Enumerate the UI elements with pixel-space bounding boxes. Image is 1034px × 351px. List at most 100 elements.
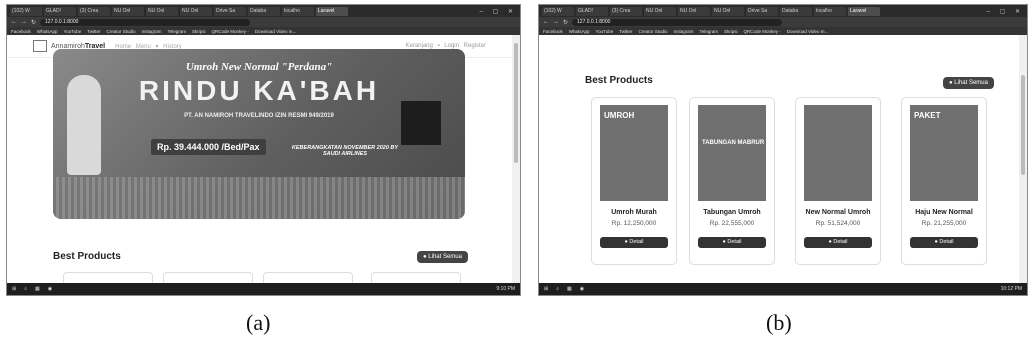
screenshot-panel-b: (102) W GLAD! (3) Crea NU Onl NU Onl NU … bbox=[538, 4, 1028, 296]
browser-tab[interactable]: Drive Sa bbox=[746, 6, 778, 16]
file-explorer-icon[interactable]: ▦ bbox=[567, 286, 572, 292]
kaaba-image bbox=[401, 101, 441, 145]
bookmark-item[interactable]: Skripsi bbox=[192, 29, 206, 34]
bookmark-item[interactable]: WhatsApp bbox=[569, 29, 590, 34]
logo-icon[interactable] bbox=[33, 40, 47, 52]
page-scrollbar[interactable] bbox=[512, 35, 520, 283]
windows-start-icon[interactable]: ⊞ bbox=[544, 286, 548, 292]
page-scrollbar[interactable] bbox=[1019, 35, 1027, 283]
bookmark-item[interactable]: Telegram bbox=[700, 29, 719, 34]
browser-tab[interactable]: NU Onl bbox=[712, 6, 744, 16]
browser-tab[interactable]: (102) W bbox=[542, 6, 574, 16]
bookmark-item[interactable]: YouTube bbox=[596, 29, 614, 34]
clock: 9:10 PM bbox=[496, 286, 515, 292]
bookmark-item[interactable]: Download Video In... bbox=[255, 29, 296, 34]
browser-icon[interactable]: ◉ bbox=[48, 286, 52, 292]
product-card[interactable]: PAKET Haju New Normal Rp. 21,255,000 ● D… bbox=[901, 97, 987, 265]
product-card[interactable]: UMROH Umroh Murah Rp. 12,250,000 ● Detai… bbox=[591, 97, 677, 265]
url-input[interactable]: 127.0.0.1:8000 bbox=[40, 18, 251, 26]
product-price: Rp. 51,524,000 bbox=[815, 220, 861, 227]
window-controls-icon[interactable]: – ▢ ✕ bbox=[987, 8, 1024, 15]
bookmark-item[interactable]: QRCode Monkey - bbox=[744, 29, 781, 34]
browser-tab[interactable]: NU Onl bbox=[112, 6, 144, 16]
os-taskbar: ⊞ ⌕ ▦ ◉ 9:10 PM bbox=[7, 283, 520, 295]
see-all-button[interactable]: ● Lihat Semua bbox=[943, 77, 994, 89]
product-card[interactable]: TABUNGAN MABRUR Tabungan Umroh Rp. 22,55… bbox=[689, 97, 775, 265]
product-name: Umroh Murah bbox=[611, 209, 657, 216]
scroll-thumb[interactable] bbox=[514, 43, 518, 163]
browser-tab[interactable]: NU Onl bbox=[644, 6, 676, 16]
caption-a: (a) bbox=[246, 310, 271, 335]
address-bar: ← → ↻ 127.0.0.1:8000 bbox=[539, 17, 1027, 27]
bookmark-item[interactable]: YouTube bbox=[64, 29, 82, 34]
windows-start-icon[interactable]: ⊞ bbox=[12, 286, 16, 292]
crowd-image bbox=[53, 177, 465, 219]
browser-tab-active[interactable]: Laravel bbox=[316, 6, 348, 16]
banner-company: PT. AN NAMIROH TRAVELINDO IZIN RESMI 949… bbox=[184, 113, 334, 119]
forward-icon[interactable]: → bbox=[21, 19, 27, 25]
search-icon[interactable]: ⌕ bbox=[556, 286, 559, 292]
browser-tab[interactable]: NU Onl bbox=[146, 6, 178, 16]
bookmark-item[interactable]: QRCode Monkey - bbox=[212, 29, 249, 34]
see-all-button[interactable]: ● Lihat Semua bbox=[417, 251, 468, 263]
browser-tab[interactable]: NU Onl bbox=[180, 6, 212, 16]
reload-icon[interactable]: ↻ bbox=[563, 19, 568, 26]
browser-tab[interactable]: GLAD! bbox=[576, 6, 608, 16]
bookmarks-bar: Facebook WhatsApp YouTube Twitter Creato… bbox=[539, 27, 1027, 35]
browser-tab-active[interactable]: Laravel bbox=[848, 6, 880, 16]
banner-title: RINDU KA'BAH bbox=[138, 75, 380, 106]
url-input[interactable]: 127.0.0.1:8000 bbox=[572, 18, 783, 26]
bookmark-item[interactable]: Instagram bbox=[674, 29, 694, 34]
product-name: Haju New Normal bbox=[915, 209, 973, 216]
hero-banner[interactable]: Umroh New Normal "Perdana" RINDU KA'BAH … bbox=[53, 49, 465, 219]
window-controls-icon[interactable]: – ▢ ✕ bbox=[480, 8, 517, 15]
detail-button[interactable]: ● Detail bbox=[804, 237, 872, 248]
detail-button[interactable]: ● Detail bbox=[600, 237, 668, 248]
bookmark-item[interactable]: Twitter bbox=[619, 29, 632, 34]
reload-icon[interactable]: ↻ bbox=[31, 19, 36, 26]
browser-tab-bar: (102) W GLAD! (3) Crea NU Onl NU Onl NU … bbox=[7, 5, 520, 17]
browser-tab[interactable]: (3) Crea bbox=[610, 6, 642, 16]
product-price: Rp. 21,255,000 bbox=[921, 220, 967, 227]
browser-tab[interactable]: Drive Sa bbox=[214, 6, 246, 16]
bookmark-item[interactable]: Instagram bbox=[142, 29, 162, 34]
browser-tab[interactable]: (3) Crea bbox=[78, 6, 110, 16]
bookmark-item[interactable]: Download Video In... bbox=[787, 29, 828, 34]
search-icon[interactable]: ⌕ bbox=[24, 286, 27, 292]
bookmark-item[interactable]: Creator Studio bbox=[106, 29, 135, 34]
product-image[interactable]: UMROH bbox=[600, 105, 668, 201]
caption-b: (b) bbox=[766, 310, 792, 335]
bookmark-item[interactable]: WhatsApp bbox=[37, 29, 58, 34]
banner-price: Rp. 39.444.000 /Bed/Pax bbox=[151, 139, 266, 155]
browser-tab[interactable]: Databa bbox=[780, 6, 812, 16]
product-image[interactable]: PAKET bbox=[910, 105, 978, 201]
section-title: Best Products bbox=[585, 75, 653, 86]
os-taskbar: ⊞ ⌕ ▦ ◉ 10:12 PM bbox=[539, 283, 1027, 295]
product-image[interactable]: TABUNGAN MABRUR bbox=[698, 105, 766, 201]
product-image[interactable] bbox=[804, 105, 872, 201]
bookmark-item[interactable]: Twitter bbox=[87, 29, 100, 34]
browser-tab[interactable]: (102) W bbox=[10, 6, 42, 16]
browser-tab[interactable]: Databa bbox=[248, 6, 280, 16]
browser-tab[interactable]: localho bbox=[814, 6, 846, 16]
browser-tab[interactable]: NU Onl bbox=[678, 6, 710, 16]
back-icon[interactable]: ← bbox=[543, 19, 549, 25]
bookmark-item[interactable]: Creator Studio bbox=[638, 29, 667, 34]
browser-tab[interactable]: localho bbox=[282, 6, 314, 16]
file-explorer-icon[interactable]: ▦ bbox=[35, 286, 40, 292]
address-bar: ← → ↻ 127.0.0.1:8000 bbox=[7, 17, 520, 27]
bookmark-item[interactable]: Facebook bbox=[11, 29, 31, 34]
bookmark-item[interactable]: Facebook bbox=[543, 29, 563, 34]
back-icon[interactable]: ← bbox=[11, 19, 17, 25]
detail-button[interactable]: ● Detail bbox=[910, 237, 978, 248]
detail-button[interactable]: ● Detail bbox=[698, 237, 766, 248]
scroll-thumb[interactable] bbox=[1021, 75, 1025, 175]
forward-icon[interactable]: → bbox=[553, 19, 559, 25]
bookmark-item[interactable]: Skripsi bbox=[724, 29, 738, 34]
product-name: New Normal Umroh bbox=[805, 209, 871, 216]
product-card[interactable]: New Normal Umroh Rp. 51,524,000 ● Detail bbox=[795, 97, 881, 265]
banner-departure: KEBERANGKATAN NOVEMBER 2020 BY SAUDI AIR… bbox=[291, 145, 399, 157]
browser-icon[interactable]: ◉ bbox=[580, 286, 584, 292]
bookmark-item[interactable]: Telegram bbox=[168, 29, 187, 34]
browser-tab[interactable]: GLAD! bbox=[44, 6, 76, 16]
